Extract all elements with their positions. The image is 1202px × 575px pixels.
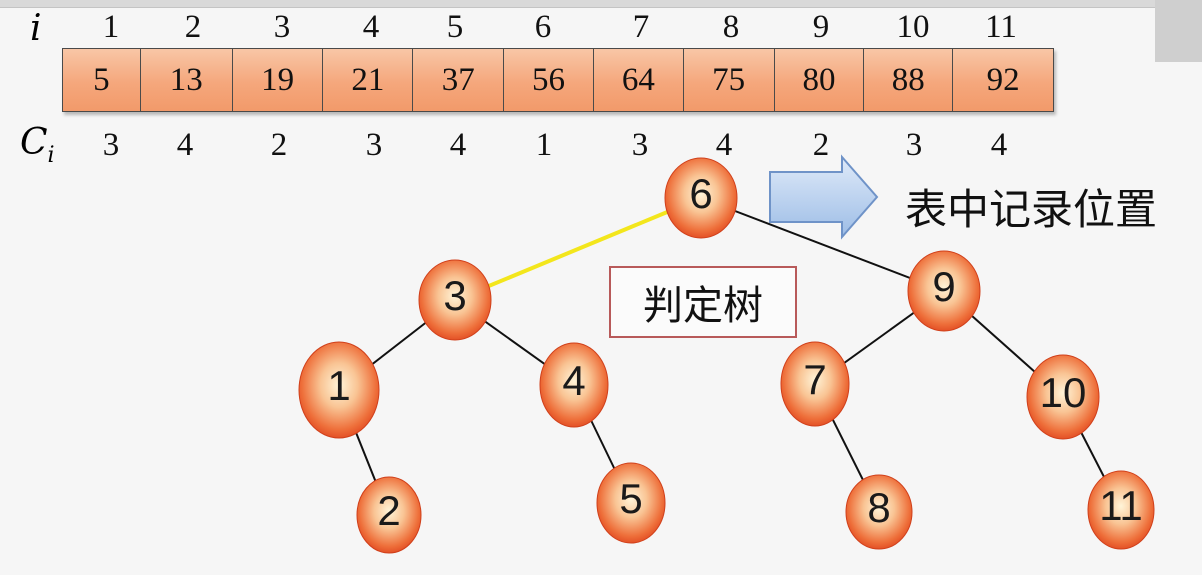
tree-node-label: 5: [619, 475, 643, 522]
tree-node-label: 1: [327, 362, 351, 409]
tree-node-label: 9: [932, 263, 956, 310]
tree-node-label: 3: [443, 272, 467, 319]
tree-node-label: 4: [562, 357, 586, 404]
arrow-caption: 表中记录位置: [905, 185, 1158, 234]
tree-node-label: 8: [867, 484, 891, 531]
right-arrow-icon: [769, 154, 879, 240]
decision-tree-label: 判定树: [609, 266, 797, 338]
tree-node-label: 11: [1099, 482, 1143, 529]
tree-node-label: 7: [803, 356, 827, 403]
tree-edges: [338, 196, 1122, 516]
tree-node-label: 2: [377, 487, 401, 534]
tree-node-label: 10: [1039, 369, 1087, 416]
tree-node-label: 6: [689, 170, 713, 217]
